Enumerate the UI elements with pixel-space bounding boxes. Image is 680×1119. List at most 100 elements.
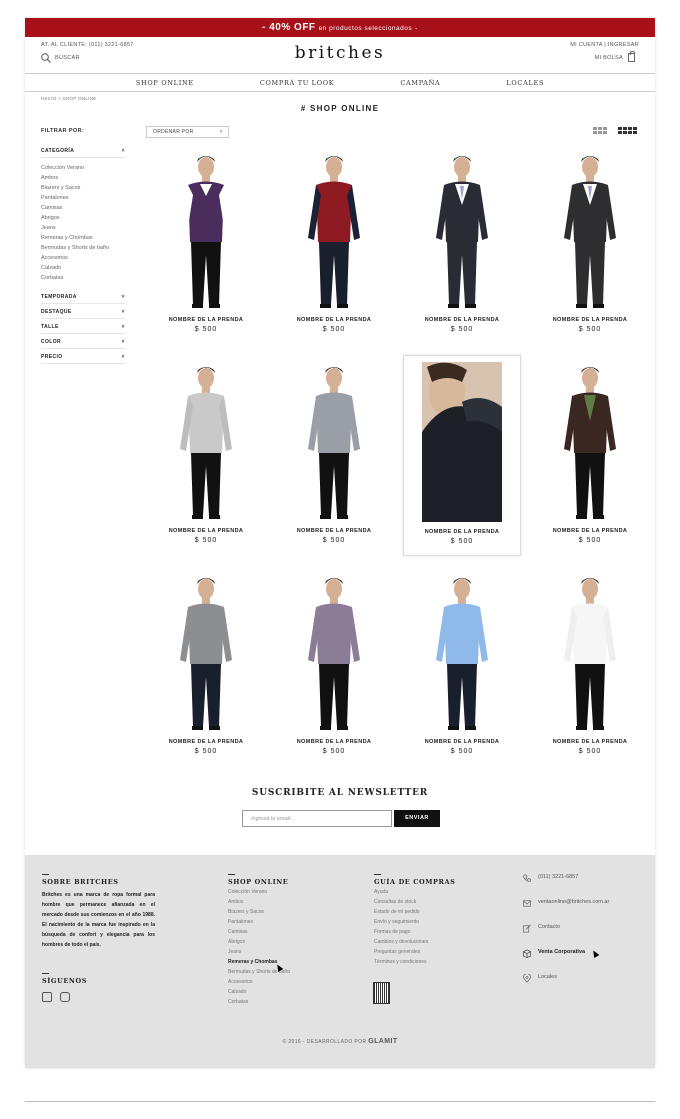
product-card[interactable]: NOMBRE DE LA PRENDA $ 500 (531, 566, 649, 767)
nav-compra-tu-look[interactable]: COMPRÁ TU LOOK (227, 74, 368, 91)
footer-link[interactable]: Blazers y Sacos (228, 907, 290, 917)
category-item[interactable]: Calzado (41, 263, 125, 273)
product-name[interactable]: NOMBRE DE LA PRENDA (147, 739, 265, 745)
product-image[interactable] (422, 572, 502, 732)
category-item[interactable]: Abrigos (41, 213, 125, 223)
stores-link[interactable]: Locales (522, 974, 609, 999)
product-card[interactable]: NOMBRE DE LA PRENDA $ 500 (147, 355, 265, 556)
footer-link[interactable]: Corbatas (228, 997, 290, 1007)
filter-destaque[interactable]: DESTAQUE ˅ (41, 304, 125, 319)
footer-link[interactable]: Preguntas generales (374, 947, 428, 957)
footer-link[interactable]: Calzado (228, 987, 290, 997)
filter-precio[interactable]: PRECIO ˅ (41, 349, 125, 364)
product-card[interactable]: NOMBRE DE LA PRENDA $ 500 (147, 144, 265, 345)
contact-email[interactable]: ventaonline@britches.com.ar (522, 899, 609, 924)
footer-link[interactable]: Ayuda (374, 887, 428, 897)
footer-link[interactable]: Formas de pago (374, 927, 428, 937)
footer-link[interactable]: Jeans (228, 947, 290, 957)
product-image[interactable] (166, 572, 246, 732)
filter-temporada[interactable]: TEMPORADA ˅ (41, 289, 125, 304)
brand-logo[interactable]: britches (25, 43, 655, 63)
product-image[interactable] (550, 572, 630, 732)
product-image-frame[interactable] (531, 572, 649, 734)
nav-campana[interactable]: CAMPAÑA (367, 74, 473, 91)
category-item[interactable]: Jeans (41, 223, 125, 233)
my-account-link[interactable]: MI CUENTA (570, 42, 602, 48)
grid-4-view-icon[interactable] (618, 127, 637, 134)
footer-link[interactable]: Camisas (228, 927, 290, 937)
product-image[interactable] (550, 361, 630, 521)
product-card[interactable]: NOMBRE DE LA PRENDA $ 500 (275, 144, 393, 345)
product-card[interactable]: NOMBRE DE LA PRENDA $ 500 (531, 144, 649, 345)
footer-link[interactable]: Ambos (228, 897, 290, 907)
product-image[interactable] (166, 150, 246, 310)
category-item[interactable]: Colección Verano (41, 163, 125, 173)
footer-link[interactable]: Envío y seguimiento (374, 917, 428, 927)
product-name[interactable]: NOMBRE DE LA PRENDA (403, 317, 521, 323)
product-image-frame[interactable] (531, 361, 649, 523)
nav-shop-online[interactable]: SHOP ONLINE (103, 74, 227, 91)
filter-talle[interactable]: TALLE ˅ (41, 319, 125, 334)
product-image-frame[interactable] (275, 572, 393, 734)
order-by-select[interactable]: ORDENAR POR ˅ (146, 126, 229, 138)
data-fiscal-qr-icon[interactable] (373, 982, 390, 1004)
product-name[interactable]: NOMBRE DE LA PRENDA (531, 739, 649, 745)
footer-link[interactable]: Cambios y devoluciones (374, 937, 428, 947)
product-name[interactable]: NOMBRE DE LA PRENDA (531, 317, 649, 323)
product-name[interactable]: NOMBRE DE LA PRENDA (275, 528, 393, 534)
product-image[interactable] (294, 361, 374, 521)
filter-color[interactable]: COLOR ˅ (41, 334, 125, 349)
product-name[interactable]: NOMBRE DE LA PRENDA (147, 528, 265, 534)
product-image-frame[interactable] (275, 150, 393, 312)
promo-banner[interactable]: - 40% OFF en productos seleccionados - (25, 18, 655, 37)
product-image-frame[interactable] (404, 362, 520, 524)
product-name[interactable]: NOMBRE DE LA PRENDA (275, 317, 393, 323)
category-filter-header[interactable]: CATEGORÍA ˄ (41, 148, 125, 158)
product-card[interactable]: NOMBRE DE LA PRENDA $ 500 (403, 566, 521, 767)
category-item[interactable]: Camisas (41, 203, 125, 213)
contact-form-link[interactable]: Contacto (522, 924, 609, 949)
product-image-frame[interactable] (531, 150, 649, 312)
product-image-frame[interactable] (147, 150, 265, 312)
grid-3-view-icon[interactable] (593, 127, 607, 134)
product-name[interactable]: NOMBRE DE LA PRENDA (147, 317, 265, 323)
product-card[interactable]: NOMBRE DE LA PRENDA $ 500 (275, 566, 393, 767)
product-image-frame[interactable] (147, 361, 265, 523)
product-image[interactable] (407, 362, 517, 522)
footer-link[interactable]: Consultas de stock (374, 897, 428, 907)
product-image-frame[interactable] (147, 572, 265, 734)
product-image[interactable] (422, 150, 502, 310)
product-image-frame[interactable] (275, 361, 393, 523)
contact-phone[interactable]: (011) 3221-6857 (522, 874, 609, 899)
category-item[interactable]: Ambos (41, 173, 125, 183)
product-image-frame[interactable] (403, 150, 521, 312)
category-item[interactable]: Accesorios (41, 253, 125, 263)
footer-link[interactable]: Términos y condiciones (374, 957, 428, 967)
product-card[interactable]: NOMBRE DE LA PRENDA $ 500 (147, 566, 265, 767)
product-image[interactable] (294, 150, 374, 310)
product-card[interactable]: NOMBRE DE LA PRENDA $ 500 (531, 355, 649, 556)
footer-link[interactable]: Estado de mi pedido (374, 907, 428, 917)
newsletter-email-input[interactable]: Ingresá tu email... (242, 810, 392, 827)
product-card[interactable]: NOMBRE DE LA PRENDA $ 500 (275, 355, 393, 556)
facebook-icon[interactable] (42, 992, 52, 1002)
footer-link[interactable]: Abrigos (228, 937, 290, 947)
category-item[interactable]: Blazers y Sacos (41, 183, 125, 193)
category-item[interactable]: Pantalones (41, 193, 125, 203)
nav-locales[interactable]: LOCALES (473, 74, 577, 91)
product-name[interactable]: NOMBRE DE LA PRENDA (404, 529, 520, 535)
product-image[interactable] (550, 150, 630, 310)
breadcrumb[interactable]: INICIO > SHOP ONLINE (41, 96, 97, 101)
product-card[interactable]: NOMBRE DE LA PRENDA $ 500 (403, 355, 521, 556)
product-image[interactable] (166, 361, 246, 521)
product-name[interactable]: NOMBRE DE LA PRENDA (403, 739, 521, 745)
my-bag-button[interactable]: MI BOLSA (595, 51, 635, 62)
product-card[interactable]: NOMBRE DE LA PRENDA $ 500 (403, 144, 521, 345)
product-name[interactable]: NOMBRE DE LA PRENDA (531, 528, 649, 534)
category-item[interactable]: Bermudas y Shorts de baño (41, 243, 125, 253)
developer-logo[interactable]: GLAMIT (368, 1038, 397, 1045)
product-image[interactable] (294, 572, 374, 732)
category-item[interactable]: Remeras y Chombas (41, 233, 125, 243)
instagram-icon[interactable] (60, 992, 70, 1002)
product-image-frame[interactable] (403, 572, 521, 734)
